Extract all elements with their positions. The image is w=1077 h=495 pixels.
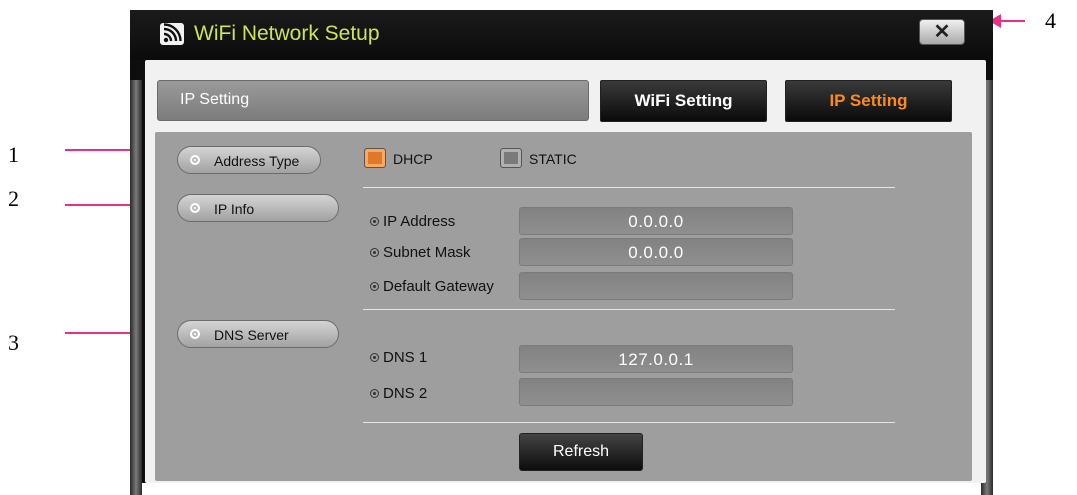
radio-dot-icon bbox=[370, 352, 379, 362]
address-type-label: Address Type bbox=[214, 153, 300, 169]
subnet-mask-field[interactable]: 0.0.0.0 bbox=[519, 238, 793, 266]
dns-1-field[interactable]: 127.0.0.1 bbox=[519, 345, 793, 373]
callout-3: 3 bbox=[8, 330, 19, 355]
breadcrumb-label: IP Setting bbox=[180, 91, 250, 108]
ip-info-section: IP Info bbox=[177, 194, 339, 222]
radio-dot-icon bbox=[370, 247, 379, 257]
ip-address-field[interactable]: 0.0.0.0 bbox=[519, 207, 793, 235]
ip-address-label: IP Address bbox=[370, 213, 455, 230]
ip-setting-content: Address Type IP Info DNS Server DHCP STA… bbox=[155, 132, 972, 481]
address-type-section: Address Type bbox=[177, 146, 321, 174]
wifi-setup-window: WiFi Network Setup ✕ IP Setting WiFi Set… bbox=[130, 10, 993, 495]
close-button[interactable]: ✕ bbox=[919, 19, 965, 45]
default-gateway-field[interactable] bbox=[519, 272, 793, 300]
divider bbox=[363, 309, 895, 310]
dhcp-label: DHCP bbox=[393, 151, 433, 167]
dns-server-section: DNS Server bbox=[177, 320, 339, 348]
tab-ip-setting[interactable]: IP Setting bbox=[785, 80, 952, 122]
breadcrumb: IP Setting bbox=[157, 80, 589, 121]
main-panel: IP Setting WiFi Setting IP Setting Addre… bbox=[145, 60, 986, 483]
callout-2: 2 bbox=[8, 186, 19, 211]
divider bbox=[363, 422, 895, 423]
static-label: STATIC bbox=[529, 151, 577, 167]
dns-1-label: DNS 1 bbox=[370, 349, 427, 366]
dns-2-label: DNS 2 bbox=[370, 385, 427, 402]
tab-wifi-setting[interactable]: WiFi Setting bbox=[600, 80, 767, 122]
callout-4: 4 bbox=[1045, 8, 1056, 33]
radio-dot-icon bbox=[370, 388, 379, 398]
static-option[interactable] bbox=[500, 148, 522, 168]
radio-dot-icon bbox=[370, 281, 379, 291]
callout-1: 1 bbox=[8, 142, 19, 167]
refresh-button[interactable]: Refresh bbox=[519, 433, 643, 471]
dns-2-field[interactable] bbox=[519, 378, 793, 406]
window-title: WiFi Network Setup bbox=[194, 22, 380, 45]
callout-arrow-4 bbox=[989, 14, 1025, 28]
close-icon: ✕ bbox=[933, 21, 951, 43]
radio-dot-icon bbox=[190, 329, 200, 339]
wifi-icon bbox=[160, 23, 184, 45]
divider bbox=[363, 187, 895, 188]
ip-info-label: IP Info bbox=[214, 201, 255, 217]
default-gateway-label: Default Gateway bbox=[370, 278, 494, 295]
dns-server-label: DNS Server bbox=[214, 327, 289, 343]
radio-dot-icon bbox=[190, 203, 200, 213]
radio-dot-icon bbox=[370, 216, 379, 226]
radio-dot-icon bbox=[190, 155, 200, 165]
subnet-mask-label: Subnet Mask bbox=[370, 244, 471, 261]
dhcp-option[interactable] bbox=[364, 148, 386, 168]
window-edge-left bbox=[130, 80, 142, 495]
title-bar: WiFi Network Setup ✕ bbox=[130, 10, 993, 60]
